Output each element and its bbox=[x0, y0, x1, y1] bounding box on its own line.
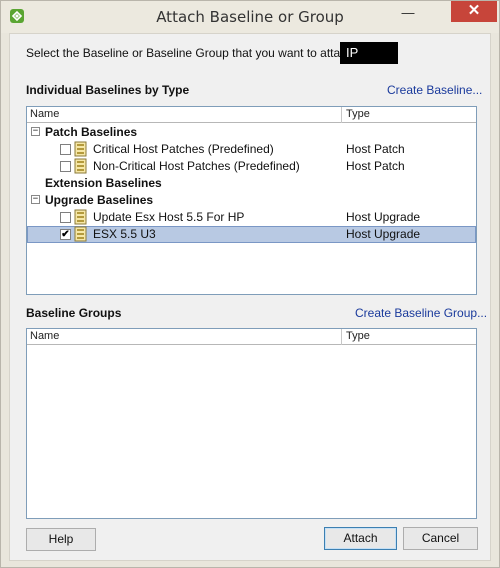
column-divider[interactable] bbox=[341, 329, 342, 345]
baseline-row[interactable]: Critical Host Patches (Predefined) Host … bbox=[27, 141, 476, 158]
create-baseline-link[interactable]: Create Baseline... bbox=[387, 83, 482, 97]
baseline-icon bbox=[74, 226, 87, 242]
cancel-button[interactable]: Cancel bbox=[403, 527, 478, 550]
baseline-name: Non-Critical Host Patches (Predefined) bbox=[93, 159, 300, 173]
minimize-button[interactable]: — bbox=[397, 6, 419, 24]
baseline-name: Critical Host Patches (Predefined) bbox=[93, 142, 274, 156]
baseline-checkbox[interactable] bbox=[60, 161, 71, 172]
baseline-type: Host Upgrade bbox=[346, 210, 421, 224]
baseline-checkbox-checked[interactable]: ✔ bbox=[60, 229, 71, 240]
group-label: Patch Baselines bbox=[45, 125, 138, 139]
table-header: Name Type bbox=[27, 107, 476, 123]
baseline-type: Host Upgrade bbox=[346, 227, 421, 241]
group-label: Upgrade Baselines bbox=[45, 193, 154, 207]
column-name-header[interactable]: Name bbox=[30, 108, 59, 120]
baseline-row[interactable]: Non-Critical Host Patches (Predefined) H… bbox=[27, 158, 476, 175]
baseline-name: Update Esx Host 5.5 For HP bbox=[93, 210, 245, 224]
instruction-text: Select the Baseline or Baseline Group th… bbox=[26, 46, 367, 60]
group-label: Extension Baselines bbox=[45, 176, 162, 190]
create-baseline-group-link[interactable]: Create Baseline Group... bbox=[355, 306, 487, 320]
collapse-toggle-icon[interactable]: − bbox=[31, 127, 40, 136]
baseline-checkbox[interactable] bbox=[60, 144, 71, 155]
baseline-groups-table: Name Type bbox=[26, 328, 477, 519]
individual-baselines-title: Individual Baselines by Type bbox=[26, 83, 190, 97]
baseline-type: Host Patch bbox=[346, 159, 405, 173]
baseline-icon bbox=[74, 158, 87, 174]
baseline-type: Host Patch bbox=[346, 142, 405, 156]
column-type-header[interactable]: Type bbox=[346, 108, 370, 120]
baseline-row[interactable]: Update Esx Host 5.5 For HP Host Upgrade bbox=[27, 209, 476, 226]
group-row-extension-baselines[interactable]: Extension Baselines bbox=[27, 175, 476, 192]
column-name-header[interactable]: Name bbox=[30, 330, 59, 342]
column-type-header[interactable]: Type bbox=[346, 330, 370, 342]
collapse-toggle-icon[interactable]: − bbox=[31, 195, 40, 204]
baseline-row-selected[interactable]: ✔ ESX 5.5 U3 Host Upgrade bbox=[27, 226, 476, 243]
help-button[interactable]: Help bbox=[26, 528, 96, 551]
group-row-patch-baselines[interactable]: − Patch Baselines bbox=[27, 124, 476, 141]
title-bar: Attach Baseline or Group — ✕ bbox=[1, 1, 499, 33]
attach-button[interactable]: Attach bbox=[324, 527, 397, 550]
dialog-window: Attach Baseline or Group — ✕ Select the … bbox=[0, 0, 500, 568]
baseline-groups-title: Baseline Groups bbox=[26, 306, 122, 320]
baseline-icon bbox=[74, 141, 87, 157]
baselines-table: Name Type − Patch Baselines Critical Hos… bbox=[26, 106, 477, 295]
close-button[interactable]: ✕ bbox=[451, 1, 497, 22]
group-row-upgrade-baselines[interactable]: − Upgrade Baselines bbox=[27, 192, 476, 209]
table-header: Name Type bbox=[27, 329, 476, 345]
baseline-name: ESX 5.5 U3 bbox=[93, 227, 156, 241]
column-divider[interactable] bbox=[341, 107, 342, 123]
dialog-content: Select the Baseline or Baseline Group th… bbox=[9, 33, 491, 561]
baseline-icon bbox=[74, 209, 87, 225]
target-host-label: IP bbox=[340, 42, 398, 64]
window-title: Attach Baseline or Group bbox=[156, 8, 344, 26]
baseline-checkbox[interactable] bbox=[60, 212, 71, 223]
